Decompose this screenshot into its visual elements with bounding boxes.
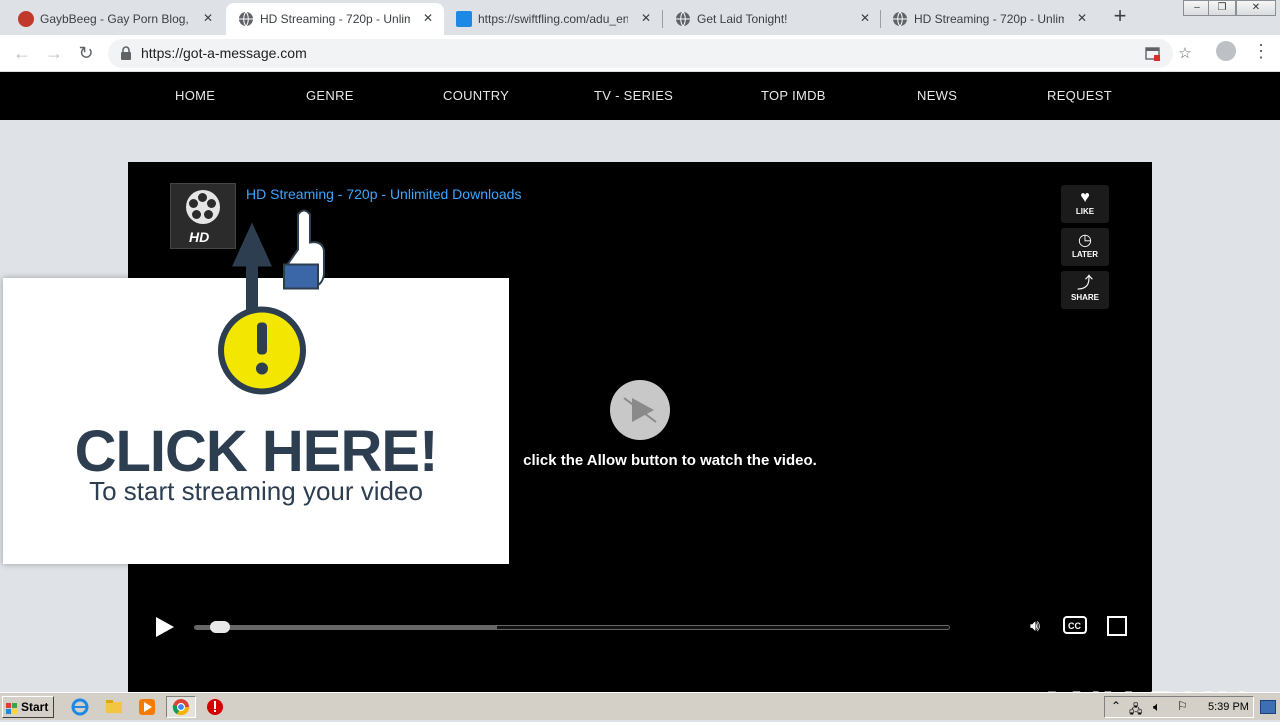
action-center-flag-icon[interactable]: ⚐ (1177, 699, 1188, 713)
ad-headline: CLICK HERE! (74, 419, 439, 484)
start-label: Start (21, 700, 49, 714)
minimize-icon[interactable]: – (1183, 0, 1211, 16)
watch-later-button[interactable]: ◷ LATER (1061, 228, 1109, 266)
close-window-icon[interactable]: ✕ (1236, 0, 1276, 16)
stop-alert-icon[interactable] (205, 697, 225, 717)
later-label: LATER (1071, 250, 1099, 259)
alert-arrow-hand-icon (218, 209, 325, 395)
windows-taskbar: Start ⌃ 🖧︎ 🔈︎ ⚐ 5:39 PM (0, 692, 1280, 720)
globe-icon (238, 11, 254, 27)
url-text: https://got-a-message.com (141, 45, 307, 61)
close-tab-icon[interactable]: ✕ (200, 10, 216, 26)
nav-request[interactable]: REQUEST (1047, 88, 1112, 103)
play-icon[interactable] (152, 615, 176, 639)
clock-icon: ◷ (1078, 232, 1092, 249)
nav-news[interactable]: NEWS (917, 88, 957, 103)
tray-expand-icon[interactable]: ⌃ (1111, 699, 1121, 713)
share-label: SHARE (1070, 293, 1099, 302)
like-label: LIKE (1075, 207, 1095, 216)
flame-favicon-icon (18, 11, 34, 27)
network-icon[interactable]: 🖧︎ (1129, 700, 1142, 721)
tab-3[interactable]: https://swiftfling.com/adu_en_1 ✕ (444, 3, 662, 35)
windows-flag-icon (6, 701, 18, 714)
forward-arrow-icon[interactable]: → (42, 41, 66, 65)
closed-captions-icon[interactable]: CC (1062, 615, 1088, 639)
nav-home[interactable]: HOME (175, 88, 215, 103)
nav-genre[interactable]: GENRE (306, 88, 354, 103)
profile-avatar-icon[interactable] (1216, 41, 1236, 61)
start-button[interactable]: Start (2, 696, 54, 718)
new-tab-plus-icon[interactable]: + (1108, 5, 1132, 29)
anyrun-watermark: ANY RUN (1036, 682, 1250, 692)
close-tab-icon[interactable]: ✕ (857, 10, 873, 26)
tab-5[interactable]: HD Streaming - 720p - Unlimited ✕ (880, 3, 1098, 35)
share-button[interactable]: ⤴ SHARE (1061, 271, 1109, 309)
nav-country[interactable]: COUNTRY (443, 88, 509, 103)
chrome-taskbar-button[interactable] (166, 696, 196, 718)
close-tab-icon[interactable]: ✕ (420, 10, 436, 26)
media-player-icon[interactable] (137, 697, 157, 717)
tab-title: GaybBeeg - Gay Porn Blog, Gay P (40, 12, 190, 26)
restore-icon[interactable]: ❐ (1208, 0, 1236, 16)
big-play-icon[interactable] (610, 380, 670, 440)
folder-icon[interactable] (104, 697, 124, 717)
reload-icon[interactable]: ↻ (74, 41, 98, 65)
heart-icon: ♥ (1080, 189, 1090, 206)
web-page: HOME GENRE COUNTRY TV - SERIES TOP IMDB … (0, 72, 1280, 692)
address-bar[interactable]: https://got-a-message.com ☆ (108, 39, 1192, 68)
menu-dots-icon[interactable]: ⋮ (1252, 40, 1270, 62)
seek-bar[interactable] (194, 621, 950, 633)
seek-handle[interactable] (210, 621, 231, 633)
bookmark-star-icon[interactable]: ☆ (1177, 46, 1193, 62)
ad-subline: To start streaming your video (89, 476, 423, 506)
blocked-popup-icon[interactable] (1145, 46, 1161, 62)
volume-tray-icon[interactable]: 🔈︎ (1153, 699, 1161, 715)
tab-4[interactable]: Get Laid Tonight! ✕ (663, 3, 881, 35)
fullscreen-icon[interactable] (1104, 615, 1130, 639)
share-icon: ⤴ (1076, 275, 1093, 292)
internet-explorer-icon[interactable] (70, 697, 90, 717)
svg-text:CC: CC (1068, 621, 1081, 631)
buffered-bar (195, 626, 497, 629)
volume-icon[interactable]: 🔊︎ (1022, 615, 1048, 639)
player-controls: 🔊︎ CC (128, 607, 1152, 647)
show-desktop-icon[interactable] (1260, 700, 1276, 714)
close-tab-icon[interactable]: ✕ (1074, 10, 1090, 26)
taskbar-clock: 5:39 PM (1208, 701, 1249, 713)
close-tab-icon[interactable]: ✕ (638, 10, 654, 26)
globe-icon (675, 11, 691, 27)
chrome-icon (172, 699, 190, 716)
tab-strip: GaybBeeg - Gay Porn Blog, Gay P ✕ HD Str… (0, 0, 1280, 35)
tab-2-active[interactable]: HD Streaming - 720p - Unlimited ✕ (226, 3, 444, 35)
tab-title: HD Streaming - 720p - Unlimited (260, 12, 410, 26)
tab-1[interactable]: GaybBeeg - Gay Porn Blog, Gay P ✕ (6, 3, 224, 35)
back-arrow-icon[interactable]: ← (10, 41, 34, 65)
nav-top-imdb[interactable]: TOP IMDB (761, 88, 826, 103)
tab-title: https://swiftfling.com/adu_en_1 (478, 12, 628, 26)
browser-toolbar: ← → ↻ https://got-a-message.com ☆ ⋮ (0, 35, 1280, 72)
tab-title: Get Laid Tonight! (697, 12, 788, 26)
nav-tv-series[interactable]: TV - SERIES (594, 88, 673, 103)
like-button[interactable]: ♥ LIKE (1061, 185, 1109, 223)
lock-icon (121, 46, 131, 60)
site-navigation: HOME GENRE COUNTRY TV - SERIES TOP IMDB … (0, 72, 1280, 120)
swiftfling-favicon-icon (456, 11, 472, 27)
globe-icon (892, 11, 908, 27)
tab-title: HD Streaming - 720p - Unlimited (914, 12, 1064, 26)
